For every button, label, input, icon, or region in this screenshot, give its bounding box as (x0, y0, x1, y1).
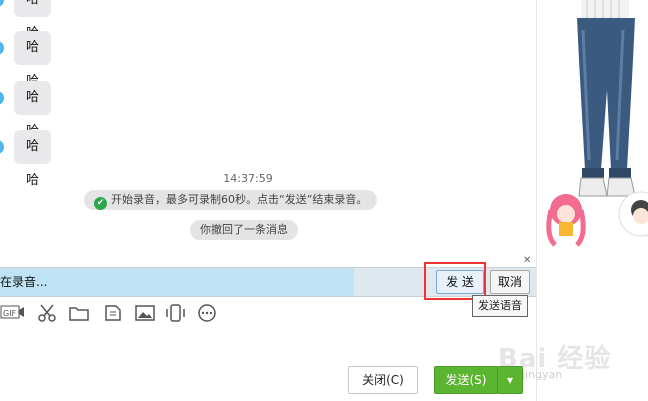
folder-icon[interactable] (68, 302, 90, 324)
shake-icon[interactable] (164, 302, 186, 324)
scissors-icon[interactable] (36, 302, 58, 324)
message-bubble[interactable]: 哈哈 (14, 130, 52, 188)
baidu-watermark-sub: jingyan (522, 368, 563, 381)
screenshot-icon[interactable] (102, 302, 124, 324)
recording-progress (0, 268, 354, 296)
system-note-text: 开始录音，最多可录制60秒。点击“发送”结束录音。 (111, 193, 368, 206)
more-icon[interactable] (196, 302, 218, 324)
close-button[interactable]: 关闭(C) (348, 366, 418, 394)
message-bubble[interactable]: 哈哈 (14, 81, 52, 139)
cancel-record-button[interactable]: 取消 (490, 270, 530, 294)
gif-icon[interactable]: GIF (0, 302, 24, 324)
avatar[interactable] (0, 0, 4, 7)
chat-message-area: 哈哈 哈哈 哈哈 哈哈 14:37:59 ✔ 开始录音，最多可录制60秒。点击“发… (0, 0, 536, 265)
chevron-down-icon: ▾ (506, 373, 514, 387)
close-icon[interactable]: ✕ (523, 255, 531, 266)
check-circle-icon: ✔ (94, 197, 107, 210)
system-note-recalled: 你撤回了一条消息 (190, 220, 298, 240)
send-options-dropdown[interactable]: ▾ (497, 366, 523, 394)
image-icon[interactable] (134, 302, 156, 324)
message-timestamp: 14:37:59 (223, 172, 273, 185)
message-bubble[interactable]: 哈哈 (14, 0, 52, 41)
avatar[interactable] (0, 41, 4, 55)
avatar[interactable] (0, 91, 4, 105)
system-note-recording: ✔ 开始录音，最多可录制60秒。点击“发送”结束录音。 (84, 190, 378, 210)
recording-status: 在录音... (0, 275, 48, 289)
send-button[interactable]: 发送(S) (434, 366, 498, 394)
avatar[interactable] (0, 140, 4, 154)
svg-text:GIF: GIF (3, 309, 17, 318)
message-bubble[interactable]: 哈哈 (14, 31, 52, 89)
send-voice-tooltip: 发送语音 (472, 295, 528, 317)
